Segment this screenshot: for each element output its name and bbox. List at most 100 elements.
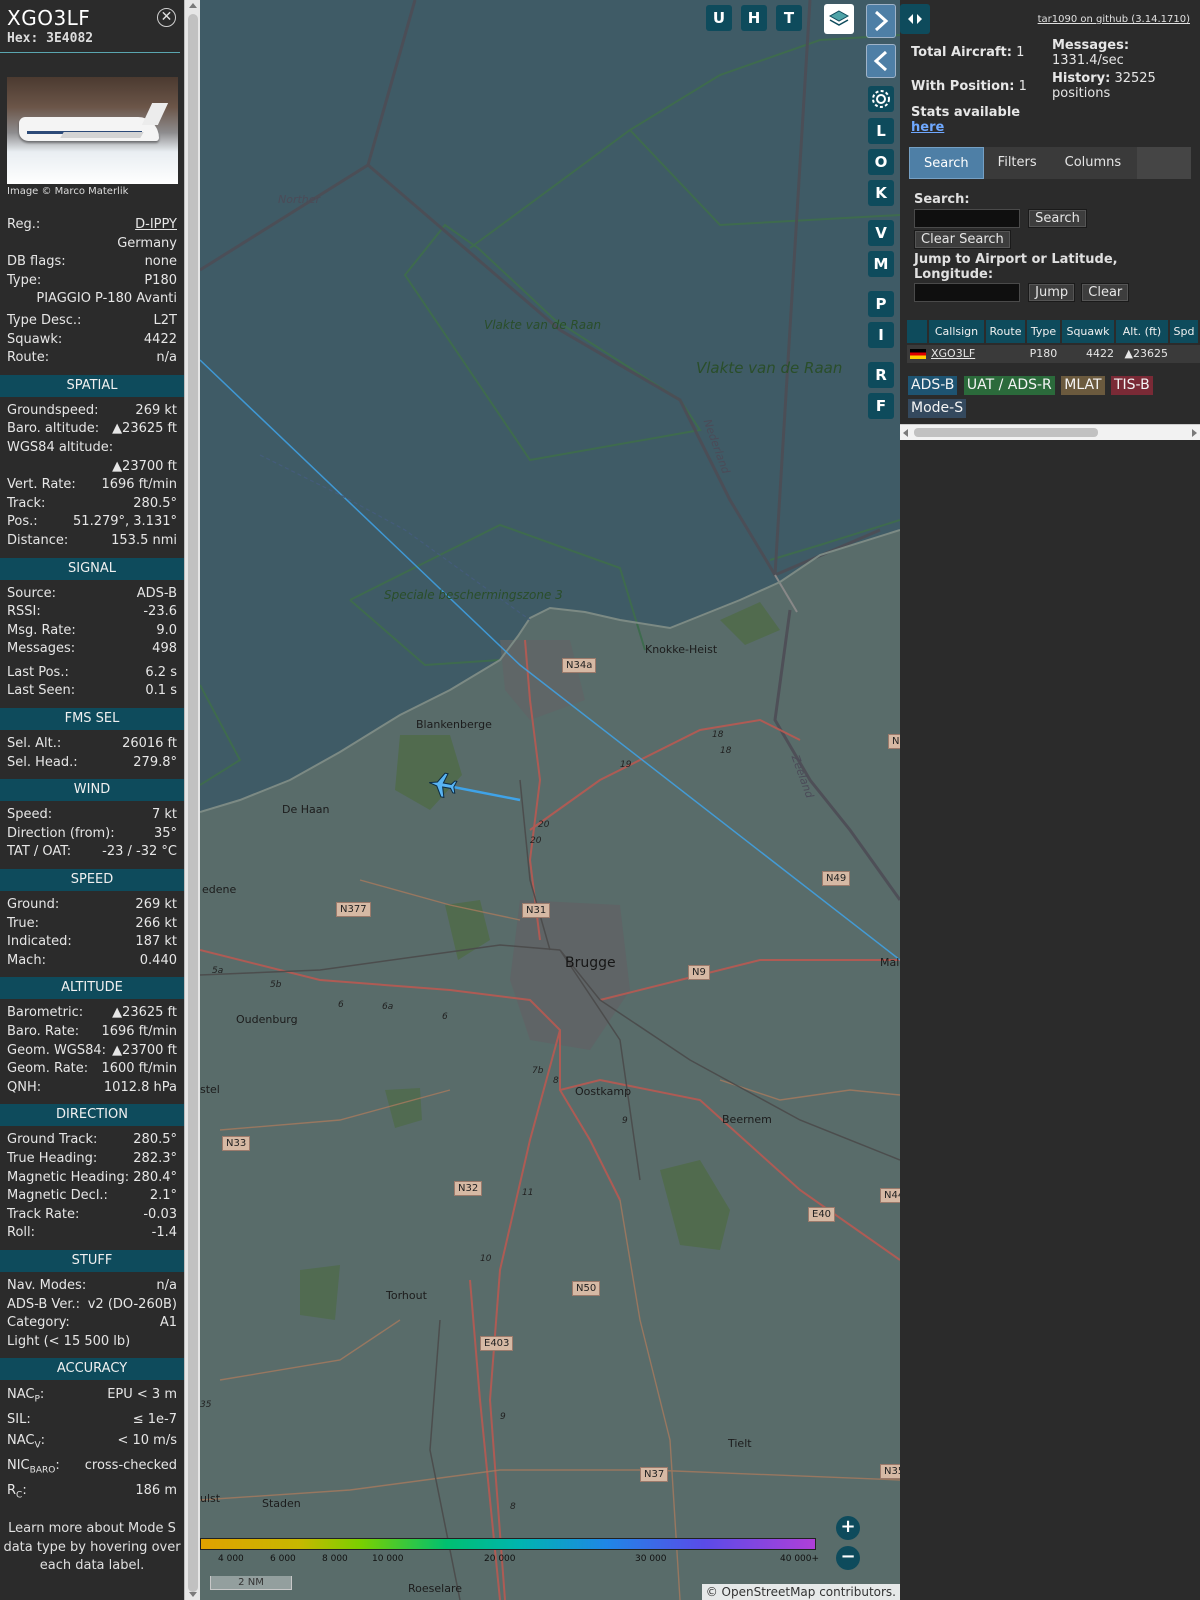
info-label[interactable]: Roll: (7, 1224, 35, 1243)
info-label[interactable]: R (7, 1483, 16, 1498)
map-button-l[interactable]: L (868, 118, 894, 144)
info-label[interactable]: ADS-B Ver.: (7, 1296, 80, 1315)
map-button-r[interactable]: R (868, 362, 894, 388)
info-label[interactable]: Indicated: (7, 933, 72, 952)
info-label-group[interactable]: RC: (7, 1481, 27, 1506)
aircraft-photo[interactable] (7, 77, 178, 184)
table-horizontal-scrollbar[interactable] (900, 424, 1200, 440)
col-type[interactable]: Type (1027, 320, 1060, 343)
info-label[interactable]: Speed: (7, 806, 52, 825)
info-label[interactable]: Track: (7, 495, 45, 514)
map-button-v[interactable]: V (868, 220, 894, 246)
close-icon[interactable]: ✕ (157, 8, 176, 27)
info-label[interactable]: Reg.: (7, 216, 40, 235)
col-flag[interactable] (907, 320, 927, 343)
info-label[interactable]: Vert. Rate: (7, 476, 76, 495)
map-button-i[interactable]: I (868, 322, 894, 348)
map-attribution[interactable]: © OpenStreetMap contributors. (701, 1584, 900, 1600)
map[interactable]: Norther Vlakte van de Raan Vlakte van de… (200, 0, 900, 1600)
hscroll-thumb[interactable] (914, 428, 1098, 437)
info-label-group[interactable]: NACV: (7, 1431, 45, 1456)
jump-input[interactable] (914, 283, 1020, 302)
chevron-left-icon[interactable] (866, 44, 896, 78)
info-label[interactable]: SIL: (7, 1410, 31, 1431)
info-label[interactable]: Source: (7, 585, 56, 604)
info-label[interactable]: Route: (7, 349, 49, 368)
info-label[interactable]: Baro. Rate: (7, 1023, 79, 1042)
info-label[interactable]: Magnetic Heading: (7, 1169, 129, 1188)
tab-columns[interactable]: Columns (1051, 147, 1136, 179)
col-callsign[interactable]: Callsign (929, 320, 984, 343)
info-label[interactable]: Pos.: (7, 513, 38, 532)
info-label[interactable]: Barometric: (7, 1004, 83, 1023)
scroll-right-arrow[interactable] (1192, 429, 1197, 437)
col-route[interactable]: Route (986, 320, 1025, 343)
info-label[interactable]: Squawk: (7, 331, 62, 350)
clear-jump-button[interactable]: Clear (1081, 283, 1130, 302)
info-label[interactable]: Type Desc.: (7, 312, 81, 331)
tab-search[interactable]: Search (909, 147, 984, 179)
map-button-f[interactable]: F (868, 393, 894, 419)
map-button-o[interactable]: O (868, 149, 894, 175)
col-speed[interactable]: Spd (1170, 320, 1198, 343)
col-squawk[interactable]: Squawk (1062, 320, 1114, 343)
scroll-up-arrow[interactable] (189, 3, 197, 8)
layers-icon[interactable] (824, 4, 854, 34)
scroll-thumb[interactable] (188, 14, 198, 1592)
info-label[interactable]: Groundspeed: (7, 402, 98, 421)
zoom-in-button[interactable]: + (836, 1516, 860, 1540)
info-label[interactable]: Geom. Rate: (7, 1060, 88, 1079)
info-label[interactable]: Baro. altitude: (7, 420, 99, 439)
row-callsign[interactable]: XGO3LF (929, 345, 984, 363)
info-label[interactable]: Category: (7, 1314, 70, 1333)
stats-here-link[interactable]: here (911, 120, 944, 135)
info-label[interactable]: Sel. Head.: (7, 754, 78, 773)
map-button-p[interactable]: P (868, 291, 894, 317)
search-input[interactable] (914, 209, 1020, 228)
info-label[interactable]: Geom. WGS84: (7, 1042, 106, 1061)
scroll-left-arrow[interactable] (903, 429, 908, 437)
map-button-t[interactable]: T (776, 5, 802, 31)
info-label[interactable]: Ground Track: (7, 1131, 97, 1150)
info-label[interactable]: Last Seen: (7, 682, 75, 701)
scroll-down-arrow[interactable] (189, 1592, 197, 1597)
info-label[interactable]: NAC (7, 1387, 34, 1402)
info-label[interactable]: Light (< 15 500 lb) (7, 1333, 130, 1352)
info-label[interactable]: Ground: (7, 896, 59, 915)
info-label[interactable]: Nav. Modes: (7, 1277, 86, 1296)
info-label[interactable]: QNH: (7, 1079, 41, 1098)
map-button-h[interactable]: H (741, 5, 767, 31)
chevron-right-icon[interactable] (866, 4, 896, 38)
info-label[interactable]: True Heading: (7, 1150, 97, 1169)
info-label[interactable]: DB flags: (7, 253, 66, 272)
info-label[interactable]: Distance: (7, 532, 68, 551)
info-value[interactable]: D-IPPY (135, 216, 177, 235)
info-label[interactable]: NAC (7, 1433, 34, 1448)
info-label[interactable]: WGS84 altitude: (7, 439, 113, 458)
clear-search-button[interactable]: Clear Search (914, 230, 1011, 249)
table-row[interactable]: XGO3LF P180 4422 ▲23625 (907, 345, 1200, 363)
tab-filters[interactable]: Filters (984, 147, 1051, 179)
info-label[interactable]: Mach: (7, 952, 46, 971)
info-label[interactable]: True: (7, 915, 39, 934)
info-label[interactable]: Sel. Alt.: (7, 735, 61, 754)
info-label[interactable]: NIC (7, 1458, 30, 1473)
info-label[interactable]: Track Rate: (7, 1206, 79, 1225)
info-label[interactable]: Magnetic Decl.: (7, 1187, 108, 1206)
map-button-k[interactable]: K (868, 180, 894, 206)
jump-button[interactable]: Jump (1028, 283, 1076, 302)
info-label-group[interactable]: NICBARO: (7, 1456, 60, 1481)
map-button-m[interactable]: M (868, 251, 894, 277)
info-label[interactable]: RSSI: (7, 603, 41, 622)
github-link[interactable]: tar1090 on github (3.14.1710) (1038, 14, 1190, 25)
info-label[interactable]: Type: (7, 272, 41, 291)
info-label[interactable]: Direction (from): (7, 825, 115, 844)
settings-gear-icon[interactable] (868, 86, 894, 112)
info-label[interactable]: Msg. Rate: (7, 622, 76, 641)
search-button[interactable]: Search (1028, 209, 1087, 228)
map-button-u[interactable]: U (706, 5, 732, 31)
info-label[interactable]: TAT / OAT: (7, 843, 71, 862)
col-altitude[interactable]: Alt. (ft) (1116, 320, 1168, 343)
info-label[interactable]: Last Pos.: (7, 664, 69, 683)
info-label-group[interactable]: NACP: (7, 1385, 44, 1410)
